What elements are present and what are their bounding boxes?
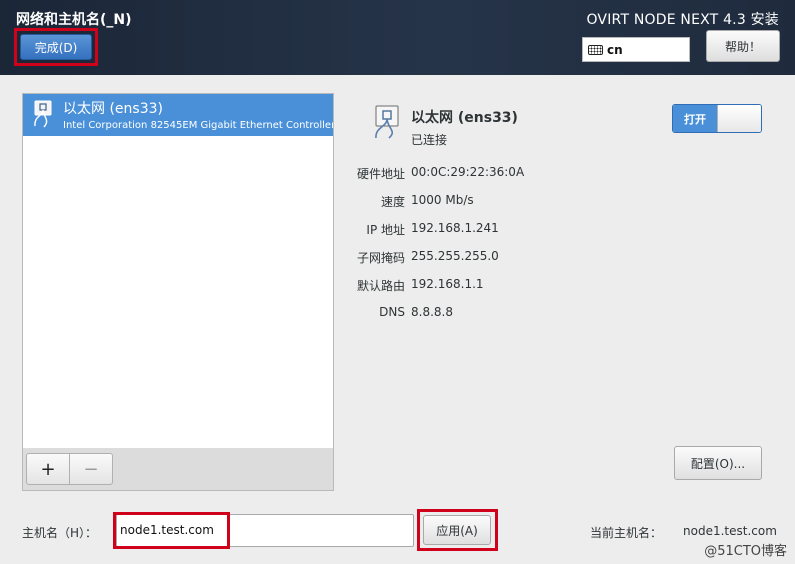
- ip-address-value: 192.168.1.241: [411, 221, 499, 235]
- speed-value: 1000 Mb/s: [411, 193, 474, 207]
- done-button[interactable]: 完成(D): [20, 34, 92, 60]
- apply-button[interactable]: 应用(A): [423, 515, 491, 545]
- product-title: OVIRT NODE NEXT 4.3 安装: [586, 12, 779, 28]
- help-button[interactable]: 帮助！: [706, 30, 780, 62]
- keyboard-layout-indicator[interactable]: cn: [582, 37, 690, 62]
- hardware-address-value: 00:0C:29:22:36:0A: [411, 165, 525, 179]
- toggle-on-label: 打开: [673, 105, 717, 132]
- hostname-label: 主机名（H）：: [22, 526, 98, 540]
- default-route-label: 默认路由: [356, 279, 405, 293]
- device-list-item[interactable]: 以太网 (ens33) Intel Corporation 82545EM Gi…: [23, 94, 333, 136]
- device-description: Intel Corporation 82545EM Gigabit Ethern…: [63, 120, 333, 131]
- spoke-title: 网络和主机名(_N): [16, 12, 132, 28]
- remove-device-button[interactable]: −: [69, 453, 113, 485]
- subnet-mask-value: 255.255.255.0: [411, 249, 499, 263]
- default-route-value: 192.168.1.1: [411, 277, 484, 291]
- device-name: 以太网 (ens33): [63, 101, 163, 117]
- watermark: @51CTO博客: [704, 544, 787, 559]
- keyboard-layout-value: cn: [607, 42, 623, 57]
- ip-address-label: IP 地址: [366, 223, 405, 237]
- detail-device-name: 以太网 (ens33): [411, 110, 518, 126]
- device-toggle-switch[interactable]: 打开: [672, 104, 762, 133]
- current-hostname-value: node1.test.com: [683, 524, 777, 538]
- configure-button[interactable]: 配置(O)...: [674, 446, 762, 480]
- hardware-address-label: 硬件地址: [356, 167, 405, 181]
- done-button-highlight: 完成(D): [14, 28, 98, 66]
- ethernet-icon: [375, 105, 399, 139]
- add-device-button[interactable]: +: [26, 453, 70, 485]
- dns-label: DNS: [379, 305, 405, 319]
- device-list: 以太网 (ens33) Intel Corporation 82545EM Gi…: [22, 93, 334, 449]
- device-list-toolbar: + −: [22, 448, 334, 491]
- keyboard-icon: [588, 44, 603, 55]
- ethernet-icon: [34, 100, 52, 128]
- current-hostname-label: 当前主机名：: [590, 526, 663, 540]
- connection-status: 已连接: [411, 133, 448, 147]
- subnet-mask-label: 子网掩码: [356, 251, 405, 265]
- speed-label: 速度: [380, 195, 405, 209]
- header-bar: 网络和主机名(_N) 完成(D) OVIRT NODE NEXT 4.3 安装 …: [0, 0, 795, 75]
- dns-value: 8.8.8.8: [411, 305, 453, 319]
- hostname-input-highlight: [113, 512, 230, 549]
- toggle-knob: [717, 105, 761, 132]
